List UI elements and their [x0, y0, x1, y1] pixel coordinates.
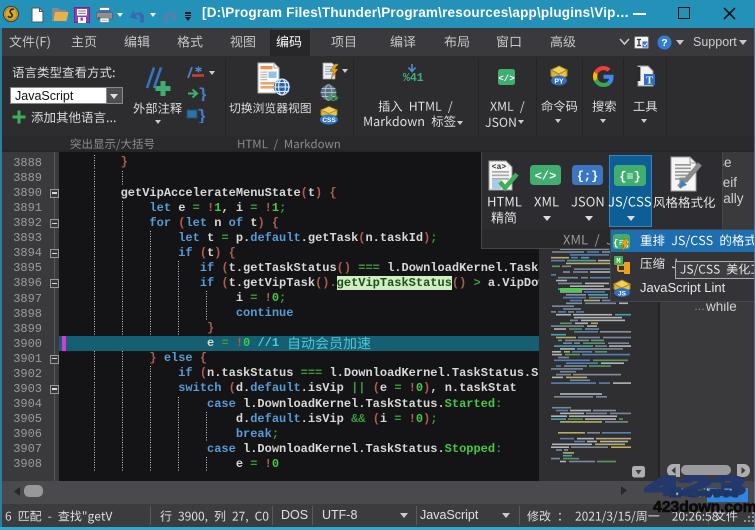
- svg-text:T: T: [646, 75, 653, 86]
- svg-text:M: M: [616, 258, 620, 266]
- svg-text:</>: </>: [535, 169, 557, 183]
- svg-text:CSS: CSS: [322, 117, 336, 124]
- svg-text:</>: </>: [498, 74, 514, 84]
- svg-text:?: ?: [661, 37, 667, 49]
- svg-text:{≡}: {≡}: [619, 170, 641, 184]
- svg-text:<a>: <a>: [492, 163, 507, 172]
- svg-text:}: }: [197, 108, 205, 124]
- svg-text:}: }: [198, 86, 206, 101]
- svg-text:JS: JS: [618, 290, 627, 297]
- svg-text:PY: PY: [554, 79, 564, 86]
- svg-text:{;}: {;}: [577, 169, 599, 183]
